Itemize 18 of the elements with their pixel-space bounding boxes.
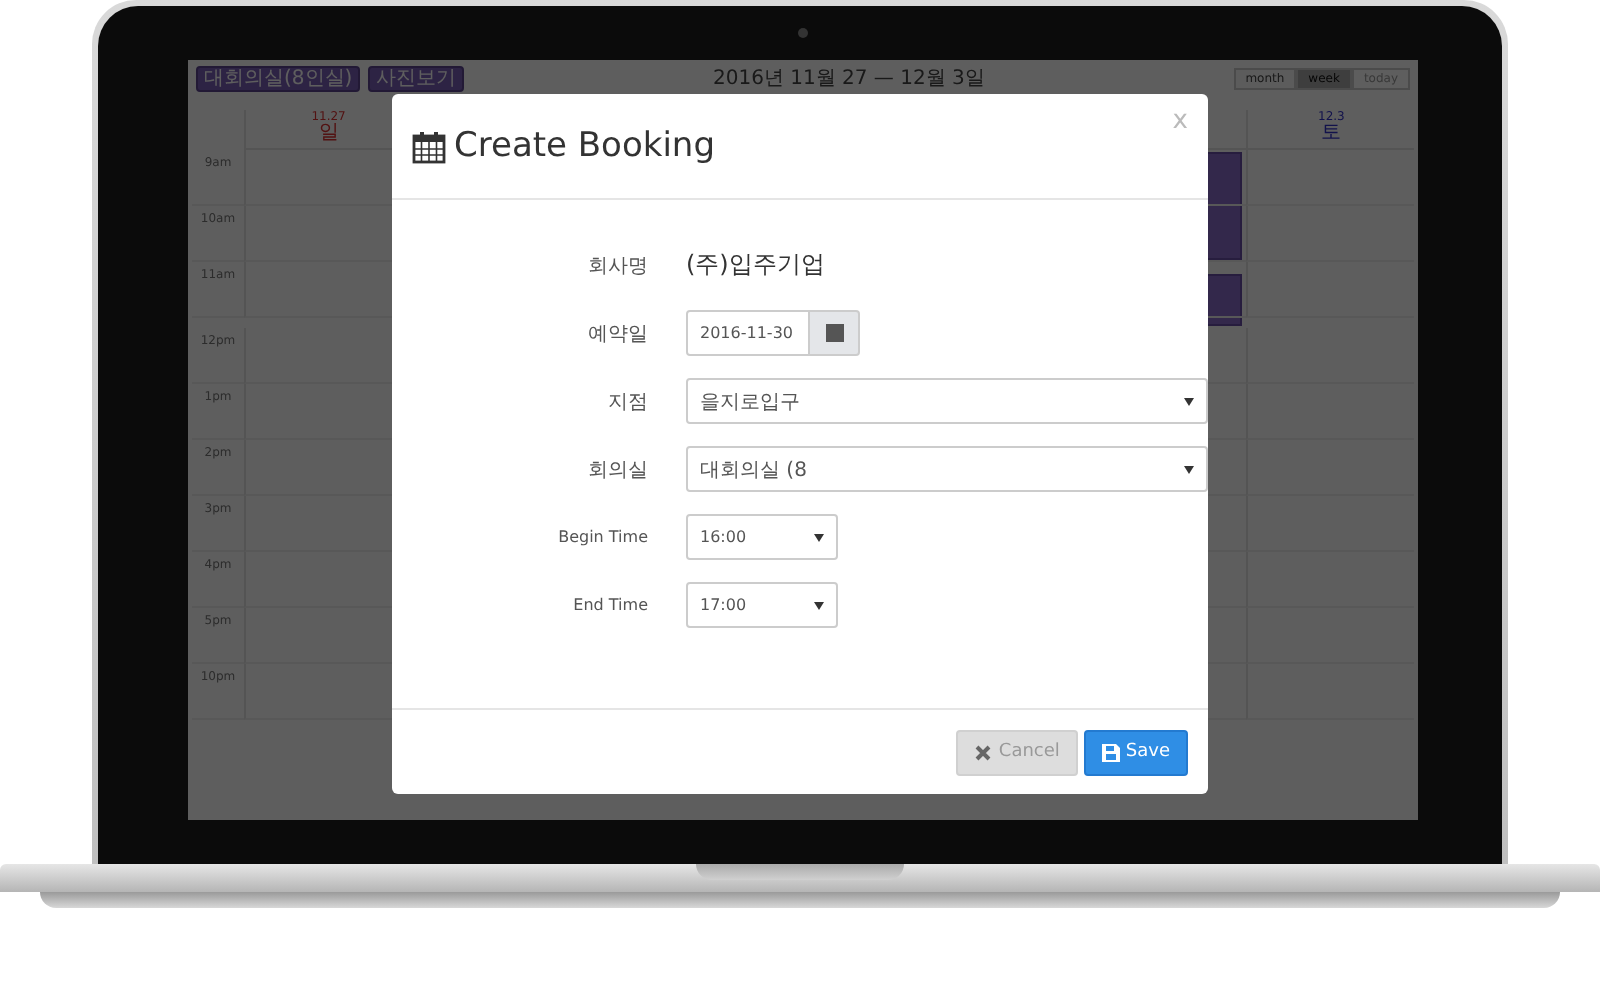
date-field[interactable]: 2016-11-30 (686, 310, 810, 356)
close-button[interactable]: x (1172, 106, 1188, 136)
dialog-title: Create Booking (454, 126, 715, 166)
field-label: 지점 (606, 389, 648, 415)
select-field[interactable]: 16:00 (686, 514, 838, 560)
field-label: 회사명 (586, 253, 648, 279)
select-field[interactable]: 대회의실 (8 (686, 446, 1208, 492)
field-label: Begin Time (556, 528, 648, 546)
field-label: 예약일 (586, 321, 648, 347)
field-label: 회의실 (586, 457, 648, 483)
calendar-title: 2016년 11월 27 — 12월 3일 (712, 66, 985, 92)
day-weekday: 토 (1321, 124, 1342, 144)
day-weekday: 일 (318, 124, 339, 144)
company-name: (주)입주기업 (686, 248, 827, 282)
select-field[interactable]: 17:00 (686, 582, 838, 628)
select-field[interactable]: 을지로입구 (686, 378, 1208, 424)
save-button[interactable]: Save (1083, 729, 1188, 775)
field-label: End Time (571, 596, 648, 614)
